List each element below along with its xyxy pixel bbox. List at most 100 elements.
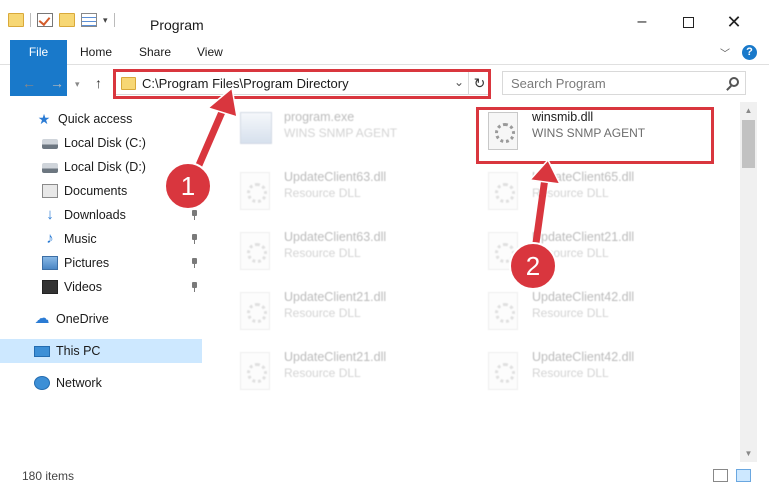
dll-file-icon bbox=[488, 172, 518, 210]
callout-badge-2: 2 bbox=[509, 242, 557, 290]
search-box[interactable] bbox=[502, 71, 746, 95]
window-title: Program bbox=[150, 17, 204, 33]
up-arrow-icon[interactable]: ↑ bbox=[95, 75, 102, 91]
file-description: Resource DLL bbox=[284, 366, 361, 380]
minimize-button[interactable]: – bbox=[632, 12, 652, 32]
details-view-icon[interactable] bbox=[713, 469, 728, 482]
sidebar-item-music[interactable]: ♪ Music bbox=[0, 227, 202, 251]
large-icons-view-icon[interactable] bbox=[736, 469, 751, 482]
file-description: Resource DLL bbox=[532, 306, 609, 320]
list-item[interactable]: UpdateClient65.dll Resource DLL bbox=[466, 162, 706, 218]
dll-file-icon bbox=[488, 292, 518, 330]
search-input[interactable] bbox=[511, 76, 711, 91]
sidebar-item-videos[interactable]: Videos bbox=[0, 275, 202, 299]
folder-icon bbox=[8, 13, 24, 27]
download-icon: ↓ bbox=[46, 206, 54, 223]
file-name: UpdateClient63.dll bbox=[284, 170, 387, 184]
maximize-button[interactable] bbox=[678, 12, 698, 32]
list-item[interactable]: UpdateClient21.dll Resource DLL bbox=[218, 282, 458, 338]
pin-icon bbox=[190, 210, 198, 220]
pin-icon bbox=[190, 282, 198, 292]
sidebar-item-pictures[interactable]: Pictures bbox=[0, 251, 202, 275]
item-count: 180 items bbox=[22, 469, 75, 483]
file-name: UpdateClient21.dll bbox=[284, 350, 387, 364]
sidebar-item-label: Quick access bbox=[58, 112, 133, 126]
help-icon[interactable]: ? bbox=[742, 45, 757, 60]
list-item[interactable]: UpdateClient21.dll Resource DLL bbox=[466, 222, 706, 278]
dll-file-icon bbox=[240, 352, 270, 390]
expand-ribbon-chevron-icon[interactable]: ﹀ bbox=[720, 45, 730, 60]
file-name: UpdateClient63.dll bbox=[284, 230, 387, 244]
disk-icon bbox=[42, 163, 58, 173]
status-bar: 180 items bbox=[0, 462, 769, 500]
address-dropdown-chevron-icon[interactable]: ⌄ bbox=[454, 75, 464, 89]
sidebar-item-quick-access[interactable]: ★ Quick access bbox=[0, 107, 202, 131]
file-description: Resource DLL bbox=[284, 246, 361, 260]
exe-file-icon bbox=[240, 112, 272, 144]
sidebar-item-label: Documents bbox=[64, 184, 128, 198]
list-item[interactable]: UpdateClient21.dll Resource DLL bbox=[218, 342, 458, 398]
dll-file-icon bbox=[240, 172, 270, 210]
navigation-pane: ★ Quick access Local Disk (C:) Local Dis… bbox=[0, 102, 208, 462]
title-bar: ▾ Program – ✕ bbox=[0, 0, 769, 40]
forward-arrow-icon[interactable]: → bbox=[50, 75, 64, 91]
sidebar-item-label: Network bbox=[56, 376, 102, 390]
sidebar-item-label: This PC bbox=[56, 344, 101, 358]
new-folder-icon[interactable] bbox=[59, 13, 75, 27]
vertical-scrollbar[interactable]: ▲ ▼ bbox=[740, 102, 757, 462]
file-name: winsmib.dll bbox=[532, 110, 594, 124]
list-item-winsmib[interactable]: winsmib.dll WINS SNMP AGENT bbox=[466, 102, 706, 158]
documents-icon bbox=[42, 184, 58, 198]
list-item[interactable]: UpdateClient42.dll Resource DLL bbox=[466, 342, 706, 398]
list-item[interactable]: UpdateClient63.dll Resource DLL bbox=[218, 162, 458, 218]
sidebar-item-local-disk-c[interactable]: Local Disk (C:) bbox=[0, 131, 202, 155]
search-icon[interactable] bbox=[729, 77, 739, 87]
dll-file-icon bbox=[488, 352, 518, 390]
customize-toolbar-chevron-icon[interactable]: ▾ bbox=[103, 15, 108, 26]
file-name: program.exe bbox=[284, 110, 355, 124]
dll-file-icon bbox=[488, 112, 518, 150]
sidebar-item-onedrive[interactable]: ☁ OneDrive bbox=[0, 307, 202, 331]
scroll-down-arrow-icon[interactable]: ▼ bbox=[740, 445, 757, 462]
network-icon bbox=[34, 376, 50, 390]
list-item[interactable]: UpdateClient42.dll Resource DLL bbox=[466, 282, 706, 338]
file-description: Resource DLL bbox=[284, 186, 361, 200]
properties-icon[interactable] bbox=[81, 13, 97, 27]
folder-icon bbox=[121, 77, 136, 90]
back-arrow-icon[interactable]: ← bbox=[22, 75, 36, 91]
sidebar-item-downloads[interactable]: ↓ Downloads bbox=[0, 203, 202, 227]
refresh-icon[interactable]: ↻ bbox=[468, 72, 490, 94]
scroll-thumb[interactable] bbox=[742, 120, 755, 168]
address-bar[interactable]: C:\Program Files\Program Directory ⌄ ↻ bbox=[113, 71, 491, 95]
tab-share[interactable]: Share bbox=[139, 40, 171, 65]
music-icon: ♪ bbox=[46, 230, 54, 247]
sidebar-item-label: Music bbox=[64, 232, 97, 246]
close-button[interactable]: ✕ bbox=[724, 12, 744, 32]
sidebar-item-label: Local Disk (D:) bbox=[64, 160, 146, 174]
star-icon: ★ bbox=[37, 111, 51, 127]
separator bbox=[113, 13, 115, 27]
list-item[interactable]: UpdateClient63.dll Resource DLL bbox=[218, 222, 458, 278]
quick-access-toolbar: ▾ bbox=[8, 13, 115, 27]
scroll-up-arrow-icon[interactable]: ▲ bbox=[740, 102, 757, 119]
pin-icon bbox=[190, 258, 198, 268]
file-name: UpdateClient42.dll bbox=[532, 290, 635, 304]
tab-view[interactable]: View bbox=[197, 40, 223, 65]
sidebar-item-label: Pictures bbox=[64, 256, 110, 270]
file-description: WINS SNMP AGENT bbox=[532, 126, 646, 140]
recent-locations-chevron-icon[interactable]: ▾ bbox=[75, 79, 80, 90]
file-name: UpdateClient65.dll bbox=[532, 170, 635, 184]
address-path[interactable]: C:\Program Files\Program Directory bbox=[142, 76, 349, 91]
file-name: UpdateClient21.dll bbox=[532, 230, 635, 244]
properties-check-icon[interactable] bbox=[37, 13, 53, 27]
file-description: Resource DLL bbox=[532, 186, 609, 200]
onedrive-icon: ☁ bbox=[34, 310, 50, 327]
pictures-icon bbox=[42, 256, 58, 270]
ribbon-tabs: File Home Share View ﹀ ? bbox=[0, 40, 769, 96]
videos-icon bbox=[42, 280, 58, 294]
list-item[interactable]: program.exe WINS SNMP AGENT bbox=[218, 102, 458, 158]
tab-home[interactable]: Home bbox=[80, 40, 112, 65]
file-name: UpdateClient21.dll bbox=[284, 290, 387, 304]
sidebar-item-network[interactable]: Network bbox=[0, 371, 202, 395]
sidebar-item-this-pc[interactable]: This PC bbox=[0, 339, 202, 363]
